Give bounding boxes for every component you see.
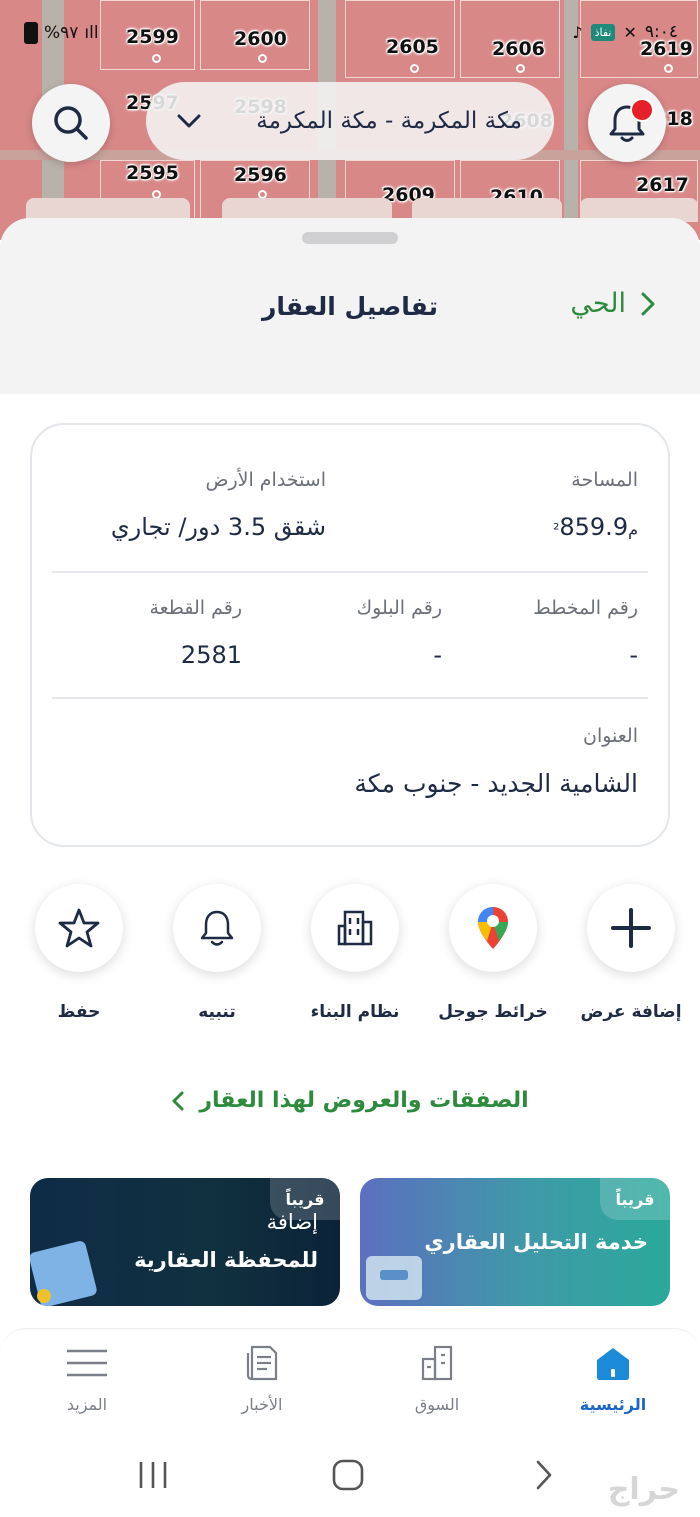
deals-offers-label: الصفقات والعروض لهذا العقار [199,1088,529,1113]
coming-soon-badge: قريباً [600,1178,670,1220]
action-bar: إضافة عرض خرائط جوجل نظام البناء تنبيه ح… [0,884,700,1034]
nav-market-label: السوق [414,1395,460,1414]
status-bar: %٩٧ ıll ♪ نفاذ ✕ ٩:٠٤ [0,22,700,52]
drag-handle[interactable] [302,232,398,244]
clock: ٩:٠٤ [644,22,678,42]
save-label: حفظ [57,1002,101,1022]
address-value: الشامية الجديد - جنوب مكة [354,769,638,798]
building-icon [337,910,373,946]
deals-offers-link[interactable]: الصفقات والعروض لهذا العقار [150,1088,550,1113]
land-use-value: شقق 3.5 دور/ تجاري [110,513,326,541]
nav-more-label: المزيد [66,1395,108,1414]
save-button[interactable]: حفظ [18,884,140,1022]
nav-market[interactable]: السوق [367,1343,507,1414]
battery-level: %٩٧ [44,23,79,43]
nav-home-label: الرئيسية [579,1395,647,1414]
portfolio-title-line2: للمحفظة العقارية [134,1248,318,1272]
neighborhood-link[interactable]: الحي [570,288,656,319]
address-label: العنوان [582,725,638,747]
alert-button[interactable]: تنبيه [156,884,278,1022]
silent-icon: ✕ [623,22,637,42]
land-use-label: استخدام الأرض [205,469,326,491]
add-to-portfolio-card[interactable]: قريباً إضافة للمحفظة العقارية [30,1178,340,1306]
plan-number-label: رقم المخطط [533,597,638,619]
property-sheet: تفاصيل العقار الحي المساحة م²859.9 استخد… [0,218,700,1328]
parcel-number-label: رقم القطعة [149,597,242,619]
nav-news[interactable]: الأخبار [192,1343,332,1414]
parcel-number-field: رقم القطعة 2581 [149,597,242,669]
chevron-left-icon [172,1091,184,1110]
portfolio-title-line1: إضافة [266,1210,318,1234]
land-use-field: استخدام الأرض شقق 3.5 دور/ تجاري [111,469,326,541]
nav-more[interactable]: المزيد [17,1343,157,1414]
alert-label: تنبيه [198,1002,236,1022]
city-selector-label: مكة المكرمة - مكة المكرمة [256,108,522,134]
area-label: المساحة [571,469,638,491]
recent-apps-icon[interactable] [136,1458,170,1492]
block-number-field: رقم البلوك - [356,597,442,669]
parcel-number-value: 2581 [180,641,242,669]
notification-app-icon: ♪ [572,22,583,42]
google-maps-button[interactable]: خرائط جوجل [432,884,554,1022]
address-field: العنوان الشامية الجديد - جنوب مكة [354,725,638,798]
sheet-header: تفاصيل العقار الحي [0,218,700,394]
google-maps-icon [478,907,508,949]
bell-icon [200,910,234,946]
building-code-button[interactable]: نظام البناء [294,884,416,1022]
building-code-label: نظام البناء [310,1002,400,1022]
nav-home[interactable]: الرئيسية [543,1343,683,1414]
add-offer-label: إضافة عرض [580,1002,682,1022]
city-selector[interactable]: مكة المكرمة - مكة المكرمة [146,82,554,160]
home-icon [597,1348,629,1380]
google-maps-label: خرائط جوجل [438,1002,548,1022]
battery-icon [24,22,38,44]
search-icon [54,106,88,140]
add-offer-button[interactable]: إضافة عرض [570,884,692,1022]
bottom-navigation: الرئيسية السوق الأخبار المزيد [0,1328,700,1438]
haraj-watermark: حراج [607,1472,680,1507]
nafath-chip: نفاذ [590,23,616,41]
real-estate-analysis-card[interactable]: قريباً خدمة التحليل العقاري [360,1178,670,1306]
plan-number-field: رقم المخطط - [533,597,638,669]
plus-icon [611,908,651,948]
menu-icon [67,1349,107,1377]
notification-badge [630,98,654,122]
home-system-icon[interactable] [330,1458,366,1492]
area-value: 859.9 [559,513,629,541]
back-system-icon[interactable] [528,1458,558,1492]
buildings-icon [421,1345,453,1381]
chevron-down-icon [177,114,201,128]
block-number-label: رقم البلوك [356,597,442,619]
analysis-title: خدمة التحليل العقاري [424,1230,648,1254]
system-navigation-bar: حراج [0,1438,700,1517]
plot-label[interactable]: 2596 [234,164,287,186]
block-number-value: - [433,641,442,669]
plot-label[interactable]: 2595 [126,162,179,184]
search-button[interactable] [32,84,110,162]
chevron-right-icon [641,292,655,315]
news-icon [246,1345,278,1381]
plot-label[interactable]: 2617 [636,174,689,196]
neighborhood-link-label: الحي [570,288,626,319]
calculator-illustration-icon [30,1241,97,1306]
property-details-card: المساحة م²859.9 استخدام الأرض شقق 3.5 دو… [30,423,670,847]
area-field: المساحة م²859.9 [545,469,638,541]
plan-number-value: - [629,641,638,669]
nav-news-label: الأخبار [241,1395,283,1414]
notifications-button[interactable] [588,84,666,162]
page-title: تفاصيل العقار [262,292,438,321]
star-icon [58,908,100,948]
card-illustration-icon [366,1256,422,1300]
signal-icon: ıll [84,23,99,43]
